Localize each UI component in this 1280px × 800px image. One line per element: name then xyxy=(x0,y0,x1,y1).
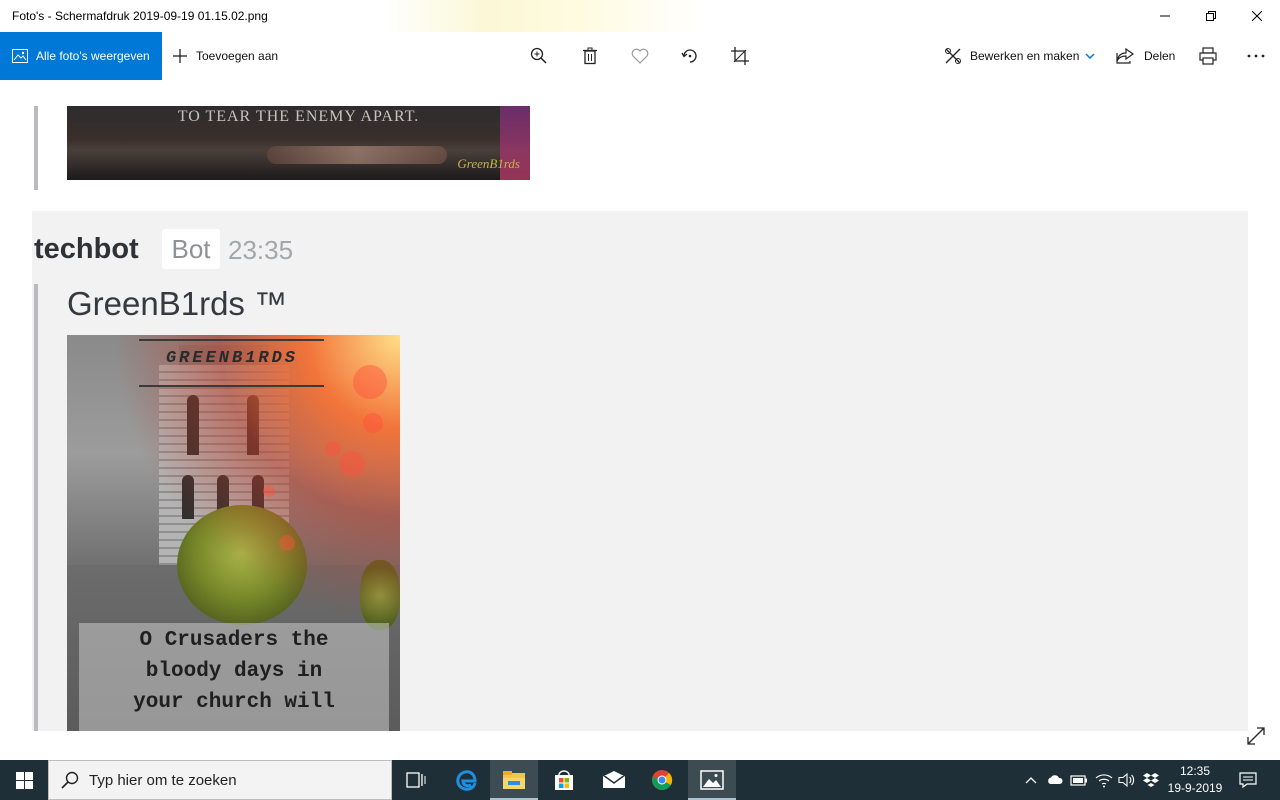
embed-title: GreenB1rds ™ xyxy=(67,285,288,322)
all-photos-button[interactable]: Alle foto's weergeven xyxy=(0,32,162,80)
chevron-up-icon xyxy=(1025,777,1037,784)
close-icon xyxy=(1252,11,1262,21)
add-to-label: Toevoegen aan xyxy=(196,49,279,63)
add-to-button[interactable]: Toevoegen aan xyxy=(172,32,278,80)
image-signature: GreenB1rds xyxy=(457,156,520,171)
fullscreen-button[interactable] xyxy=(1244,724,1268,748)
minimize-button[interactable] xyxy=(1142,0,1188,32)
dropbox-icon xyxy=(1143,773,1159,787)
task-view-button[interactable] xyxy=(392,760,440,800)
title-bar: Foto's - Schermafdruk 2019-09-19 01.15.0… xyxy=(0,0,1280,32)
taskbar-search[interactable] xyxy=(48,760,392,800)
volume-tray[interactable] xyxy=(1117,770,1137,790)
share-button[interactable]: Delen xyxy=(1116,32,1175,80)
photos-toolbar: Alle foto's weergeven Toevoegen aan Bewe… xyxy=(0,32,1280,80)
edit-create-label: Bewerken en maken xyxy=(970,49,1080,63)
crop-button[interactable] xyxy=(728,44,752,68)
plus-icon xyxy=(172,48,188,64)
zoom-button[interactable] xyxy=(527,44,551,68)
search-input[interactable] xyxy=(89,771,369,789)
image-logo: GREENB1RDS xyxy=(165,349,299,368)
print-button[interactable] xyxy=(1196,44,1220,68)
chevron-down-icon xyxy=(1085,53,1095,59)
folder-icon xyxy=(503,771,525,789)
taskbar-file-explorer[interactable] xyxy=(490,760,538,800)
share-icon xyxy=(1116,48,1134,64)
rotate-icon xyxy=(681,49,697,63)
edit-create-button[interactable]: Bewerken en maken xyxy=(944,32,1095,80)
taskbar-clock[interactable]: 12:35 19-9-2019 xyxy=(1162,763,1228,797)
dropbox-tray[interactable] xyxy=(1141,770,1161,790)
embedded-image-church: GREENB1RDS O Crusaders the bloody days i… xyxy=(67,335,400,731)
taskbar-store[interactable] xyxy=(540,760,588,800)
expand-icon xyxy=(1247,727,1265,745)
bot-badge: Bot xyxy=(162,229,220,269)
restore-button[interactable] xyxy=(1188,0,1234,32)
photos-app-icon xyxy=(700,770,724,790)
onedrive-tray[interactable] xyxy=(1045,770,1065,790)
mail-icon xyxy=(602,771,626,788)
taskbar: 12:35 19-9-2019 xyxy=(0,760,1280,800)
rotate-button[interactable] xyxy=(678,44,702,68)
task-view-icon xyxy=(406,772,426,788)
network-tray[interactable] xyxy=(1094,770,1114,790)
taskbar-photos[interactable] xyxy=(688,760,736,800)
photos-icon xyxy=(12,48,28,64)
previous-message: TO TEAR THE ENEMY APART. GreenB1rds xyxy=(32,80,1248,210)
zoom-icon xyxy=(530,47,547,64)
windows-logo-icon xyxy=(15,771,33,789)
crop-icon xyxy=(731,47,749,65)
restore-icon xyxy=(1206,11,1216,21)
image-caption: TO TEAR THE ENEMY APART. xyxy=(177,108,420,125)
window-controls xyxy=(1142,0,1280,32)
taskbar-mail[interactable] xyxy=(590,760,638,800)
taskbar-chrome[interactable] xyxy=(638,760,686,800)
speaker-icon xyxy=(1118,772,1135,788)
print-icon xyxy=(1199,47,1217,65)
wifi-icon xyxy=(1095,774,1113,788)
store-icon xyxy=(555,770,573,790)
embedded-image-top: TO TEAR THE ENEMY APART. GreenB1rds xyxy=(67,106,530,180)
more-button[interactable] xyxy=(1244,44,1268,68)
favorite-button[interactable] xyxy=(628,44,652,68)
chrome-icon xyxy=(652,770,673,791)
message-author: techbot xyxy=(34,233,139,265)
search-icon xyxy=(61,771,79,789)
delete-icon xyxy=(583,47,597,65)
favorite-icon xyxy=(631,48,649,64)
edge-icon xyxy=(456,770,477,791)
share-label: Delen xyxy=(1144,49,1176,63)
image-quote: O Crusaders the bloody days in your chur… xyxy=(133,629,335,714)
action-center-button[interactable] xyxy=(1238,770,1258,790)
chat-message: techbot Bot 23:35 GreenB1rds ™ GREENB1RD… xyxy=(32,211,1248,731)
notification-icon xyxy=(1239,772,1257,788)
more-icon xyxy=(1247,54,1265,58)
all-photos-label: Alle foto's weergeven xyxy=(36,49,150,63)
close-button[interactable] xyxy=(1234,0,1280,32)
embed-accent-bar xyxy=(34,106,38,190)
photo-viewer[interactable]: TO TEAR THE ENEMY APART. GreenB1rds tech… xyxy=(0,80,1280,760)
clock-time: 12:35 xyxy=(1179,764,1211,778)
start-button[interactable] xyxy=(0,760,48,800)
edit-create-icon xyxy=(944,47,962,65)
message-timestamp: 23:35 xyxy=(228,235,294,265)
window-title: Foto's - Schermafdruk 2019-09-19 01.15.0… xyxy=(12,9,268,23)
delete-button[interactable] xyxy=(578,44,602,68)
embed-accent-bar xyxy=(34,284,38,731)
taskbar-edge[interactable] xyxy=(442,760,490,800)
battery-icon xyxy=(1070,775,1087,786)
minimize-icon xyxy=(1160,15,1170,17)
battery-tray[interactable] xyxy=(1069,770,1089,790)
cloud-icon xyxy=(1048,775,1063,784)
show-hidden-icons-button[interactable] xyxy=(1021,770,1041,790)
clock-date: 19-9-2019 xyxy=(1167,781,1223,795)
